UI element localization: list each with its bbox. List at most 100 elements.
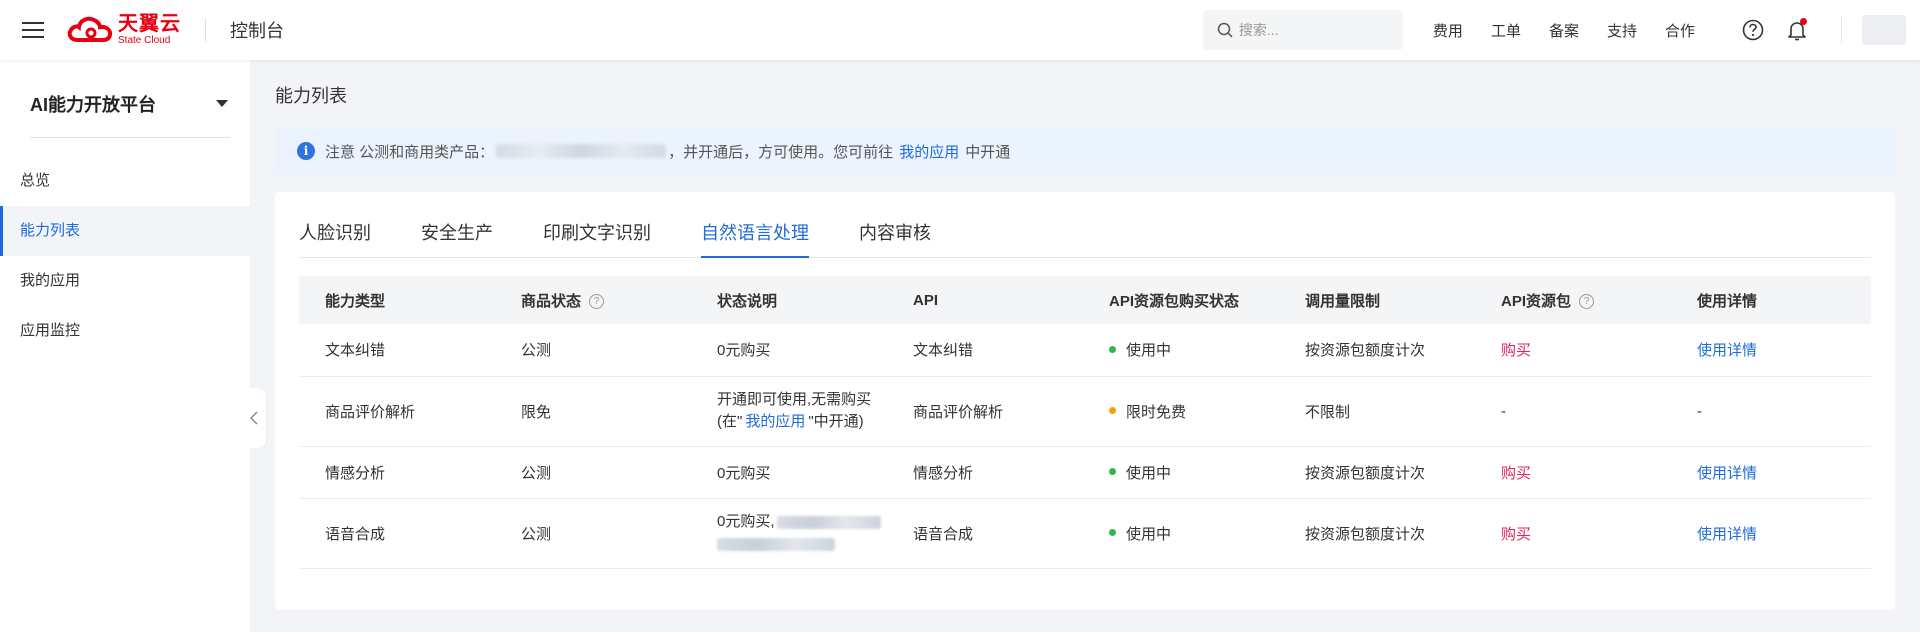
buy-status-label: 限时免费: [1126, 403, 1187, 421]
page-title: 能力列表: [275, 86, 347, 106]
col-header-status: 商品状态?: [495, 276, 691, 324]
usage-detail-link[interactable]: 使用详情: [1697, 342, 1757, 359]
question-circle-icon: [1742, 19, 1764, 41]
status-dot-green: [1109, 345, 1116, 353]
nav-filing[interactable]: 备案: [1549, 20, 1579, 41]
usage-detail-link[interactable]: 使用详情: [1697, 465, 1757, 482]
cell-buy-status: 限时免费: [1083, 376, 1279, 447]
sidebar-item-my-apps[interactable]: 我的应用: [0, 256, 250, 306]
tab-printed-ocr[interactable]: 印刷文字识别: [543, 219, 651, 257]
sidebar-item-overview[interactable]: 总览: [0, 156, 250, 206]
tab-content-moderation[interactable]: 内容审核: [859, 219, 931, 257]
divider: [1841, 17, 1842, 43]
sidebar-item-app-monitoring[interactable]: 应用监控: [0, 306, 250, 356]
nav-partner[interactable]: 合作: [1665, 20, 1695, 41]
cell-detail: 使用详情: [1671, 324, 1871, 377]
sidebar-menu: 总览 能力列表 我的应用 应用监控: [0, 156, 250, 356]
cloud-logo-icon: [67, 16, 113, 42]
col-header-buy-status: API资源包购买状态: [1083, 276, 1279, 324]
caret-down-icon: [216, 100, 228, 107]
buy-status-label: 使用中: [1126, 342, 1172, 360]
nav-fees[interactable]: 费用: [1433, 20, 1463, 41]
table-row: 情感分析 公测 0元购买 情感分析 使用中 按资源包额度计次 购买 使用详情: [299, 446, 1871, 499]
menu-toggle-button[interactable]: [0, 0, 66, 60]
col-header-status-label: 商品状态: [521, 292, 582, 310]
col-header-type: 能力类型: [299, 276, 495, 324]
cell-api: 情感分析: [887, 446, 1083, 499]
notice-prefix: 注意 公测和商用类产品：: [325, 143, 495, 161]
table-row: 商品评价解析 限免 开通即可使用,无需购买 (在" 我的应用 "中开通) 商品评价解…: [299, 376, 1871, 447]
search-input[interactable]: [1238, 22, 1389, 38]
buy-link[interactable]: 购买: [1501, 526, 1531, 543]
question-circle-icon[interactable]: ?: [1579, 294, 1595, 310]
question-circle-icon[interactable]: ?: [589, 294, 605, 310]
cell-type: 情感分析: [299, 446, 495, 499]
cell-desc: 0元购买: [691, 324, 887, 377]
hamburger-icon: [22, 22, 44, 38]
cell-buy-status: 使用中: [1083, 446, 1279, 499]
brand-logo[interactable]: 天翼云 State Cloud: [66, 0, 205, 60]
tab-nlp[interactable]: 自然语言处理: [701, 219, 809, 258]
cell-detail: -: [1671, 376, 1871, 447]
notice-banner: i 注意 公测和商用类产品： ，并开通后，方可使用。您可前往 我的应用 中开通: [275, 128, 1895, 174]
cell-api: 商品评价解析: [887, 376, 1083, 447]
notice-middle: ，并开通后，方可使用。您可前往: [668, 143, 894, 161]
desc-line-2: [717, 533, 887, 555]
desc-line-2-prefix: (在": [717, 413, 743, 430]
col-header-limit: 调用量限制: [1279, 276, 1475, 324]
cell-buy-status: 使用中: [1083, 324, 1279, 377]
divider: [205, 18, 206, 42]
cell-desc: 开通即可使用,无需购买 (在" 我的应用 "中开通): [691, 376, 887, 447]
redacted-text: [496, 144, 667, 158]
nav-support[interactable]: 支持: [1607, 20, 1637, 41]
capability-card: 人脸识别 安全生产 印刷文字识别 自然语言处理 内容审核 能力类型 商品状态? …: [275, 192, 1895, 610]
col-header-desc: 状态说明: [691, 276, 887, 324]
avatar[interactable]: [1862, 15, 1906, 45]
desc-text: 0元购买,: [717, 513, 775, 530]
cell-status: 公测: [495, 324, 691, 377]
buy-link[interactable]: 购买: [1501, 342, 1531, 359]
sidebar-item-capability-list[interactable]: 能力列表: [0, 206, 250, 256]
chevron-left-icon: [250, 411, 258, 425]
tab-safety-production[interactable]: 安全生产: [421, 219, 493, 257]
redacted-text: [776, 515, 881, 529]
cell-status: 公测: [495, 446, 691, 499]
notifications-button[interactable]: [1783, 16, 1811, 44]
tab-face-recognition[interactable]: 人脸识别: [299, 219, 371, 257]
platform-selector[interactable]: AI能力开放平台: [30, 70, 230, 138]
notice-suffix: 中开通: [965, 143, 1011, 161]
cell-api: 语音合成: [887, 498, 1083, 569]
console-title[interactable]: 控制台: [230, 17, 284, 43]
usage-detail-link[interactable]: 使用详情: [1697, 526, 1757, 543]
cell-status: 限免: [495, 376, 691, 447]
category-tabs: 人脸识别 安全生产 印刷文字识别 自然语言处理 内容审核: [299, 192, 1871, 258]
my-apps-link[interactable]: 我的应用: [745, 413, 805, 430]
cell-limit: 按资源包额度计次: [1279, 498, 1475, 569]
col-header-package-label: API资源包: [1501, 292, 1572, 310]
cell-buy-status: 使用中: [1083, 498, 1279, 569]
cell-package: 购买: [1475, 446, 1671, 499]
desc-line-1: 0元购买,: [717, 511, 887, 533]
redacted-text: [717, 537, 835, 551]
help-button[interactable]: [1739, 16, 1767, 44]
logo-english-text: State Cloud: [118, 35, 171, 46]
col-header-package: API资源包?: [1475, 276, 1671, 324]
table-row: 语音合成 公测 0元购买, 语音合成 使用中 按资源包额度计次 购买 使用详情: [299, 498, 1871, 569]
buy-link[interactable]: 购买: [1501, 465, 1531, 482]
cell-type: 文本纠错: [299, 324, 495, 377]
main-content: 能力列表 i 注意 公测和商用类产品： ，并开通后，方可使用。您可前往 我的应用…: [275, 60, 1895, 610]
nav-tickets[interactable]: 工单: [1491, 20, 1521, 41]
cell-status: 公测: [495, 498, 691, 569]
col-header-api: API: [887, 276, 1083, 324]
platform-title: AI能力开放平台: [30, 94, 156, 115]
cell-package: 购买: [1475, 498, 1671, 569]
sidebar-collapse-button[interactable]: [242, 388, 266, 448]
table-header-row: 能力类型 商品状态? 状态说明 API API资源包购买状态 调用量限制 API…: [299, 276, 1871, 324]
desc-line-1: 开通即可使用,无需购买: [717, 391, 872, 408]
desc-line-2: (在" 我的应用 "中开通): [717, 411, 887, 433]
notice-my-apps-link[interactable]: 我的应用: [899, 141, 959, 162]
cell-type: 商品评价解析: [299, 376, 495, 447]
search-icon: [1217, 22, 1233, 38]
table-row: 文本纠错 公测 0元购买 文本纠错 使用中 按资源包额度计次 购买 使用详情: [299, 324, 1871, 377]
search-box[interactable]: [1202, 10, 1403, 50]
